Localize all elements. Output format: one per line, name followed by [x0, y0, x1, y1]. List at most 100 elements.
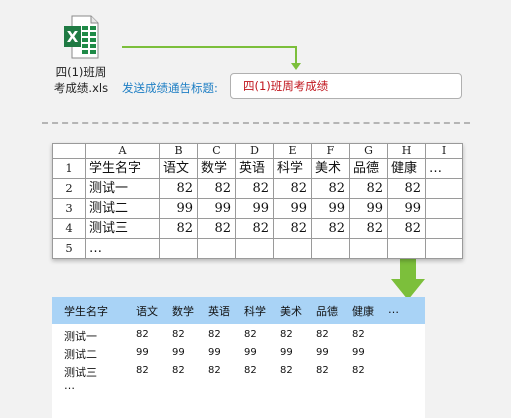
- sheet-cell[interactable]: 99: [273, 198, 312, 219]
- row-number[interactable]: 4: [52, 218, 86, 239]
- result-cell: 99: [136, 347, 149, 358]
- sheet-cell[interactable]: 英语: [235, 158, 274, 179]
- sheet-cell[interactable]: 82: [311, 218, 350, 239]
- result-header-cell: 语文: [136, 305, 158, 318]
- result-cell: 99: [244, 347, 257, 358]
- result-cell: 99: [316, 347, 329, 358]
- sheet-cell[interactable]: 品德: [349, 158, 388, 179]
- sheet-cell[interactable]: …: [85, 238, 160, 259]
- elbow-arrow-icon: [122, 46, 301, 70]
- result-cell: …: [64, 379, 75, 392]
- result-cell: 99: [280, 347, 293, 358]
- sheet-row: 1 学生名字 语文 数学 英语 科学 美术 品德 健康 …: [52, 158, 463, 179]
- down-arrow-icon: [391, 256, 425, 300]
- sheet-cell[interactable]: [425, 238, 463, 259]
- result-cell: 82: [136, 329, 149, 340]
- row-number[interactable]: 3: [52, 198, 86, 219]
- sheet-cell[interactable]: 82: [311, 178, 350, 199]
- row-number[interactable]: 1: [52, 158, 86, 179]
- sheet-cell[interactable]: [349, 238, 388, 259]
- send-title-label: 发送成绩通告标题:: [122, 81, 218, 95]
- result-cell: 82: [316, 365, 329, 376]
- result-cell: 82: [352, 365, 365, 376]
- sheet-cell[interactable]: 测试三: [85, 218, 160, 239]
- column-header[interactable]: A: [85, 143, 160, 159]
- sheet-cell[interactable]: 测试一: [85, 178, 160, 199]
- result-header-cell: 美术: [280, 305, 302, 318]
- sheet-cell[interactable]: [159, 238, 198, 259]
- sheet-cell[interactable]: 82: [349, 178, 388, 199]
- column-header[interactable]: G: [349, 143, 388, 159]
- sheet-cell[interactable]: 99: [387, 198, 426, 219]
- column-header[interactable]: F: [311, 143, 350, 159]
- sheet-cell[interactable]: 82: [349, 218, 388, 239]
- file-name[interactable]: 四(1)班周 考成绩.xls: [40, 64, 122, 96]
- sheet-cell[interactable]: 健康: [387, 158, 426, 179]
- sheet-cell[interactable]: [387, 238, 426, 259]
- sheet-cell[interactable]: 语文: [159, 158, 198, 179]
- column-header[interactable]: C: [197, 143, 236, 159]
- result-header-cell: 英语: [208, 305, 230, 318]
- svg-text:X: X: [67, 28, 79, 46]
- corner-cell[interactable]: [52, 143, 86, 159]
- spreadsheet: A B C D E F G H I 1 学生名字 语文 数学 英语 科学 美术 …: [52, 143, 463, 259]
- result-cell: 82: [352, 329, 365, 340]
- sheet-cell[interactable]: 82: [159, 218, 198, 239]
- result-cell: 82: [244, 329, 257, 340]
- result-cell: 82: [172, 329, 185, 340]
- result-header-cell: 品德: [316, 305, 338, 318]
- column-header[interactable]: H: [387, 143, 426, 159]
- sheet-row: 2 测试一 82 82 82 82 82 82 82: [52, 178, 463, 199]
- result-cell: 测试一: [64, 330, 97, 343]
- result-cell: 测试二: [64, 348, 97, 361]
- sheet-cell[interactable]: [197, 238, 236, 259]
- sheet-row: 4 测试三 82 82 82 82 82 82 82: [52, 218, 463, 239]
- sheet-cell[interactable]: 学生名字: [85, 158, 160, 179]
- file-name-line1: 四(1)班周: [55, 65, 107, 79]
- result-cell: 82: [244, 365, 257, 376]
- sheet-cell[interactable]: 99: [311, 198, 350, 219]
- sheet-cell[interactable]: [273, 238, 312, 259]
- result-cell: 99: [352, 347, 365, 358]
- file-name-line2: 考成绩.xls: [53, 81, 109, 95]
- result-header-cell: 学生名字: [64, 305, 108, 318]
- result-header-cell: …: [388, 303, 399, 316]
- sheet-cell[interactable]: 82: [235, 178, 274, 199]
- sheet-cell[interactable]: [425, 198, 463, 219]
- sheet-cell[interactable]: …: [425, 158, 463, 179]
- sheet-cell[interactable]: 82: [273, 218, 312, 239]
- sheet-cell[interactable]: [425, 178, 463, 199]
- column-header[interactable]: D: [235, 143, 274, 159]
- result-cell: 82: [136, 365, 149, 376]
- sheet-cell[interactable]: 82: [197, 218, 236, 239]
- excel-file-icon[interactable]: X: [63, 15, 99, 59]
- result-header-cell: 健康: [352, 305, 374, 318]
- sheet-cell[interactable]: 99: [159, 198, 198, 219]
- sheet-cell[interactable]: 82: [159, 178, 198, 199]
- row-number[interactable]: 5: [52, 238, 86, 259]
- sheet-cell[interactable]: 科学: [273, 158, 312, 179]
- row-number[interactable]: 2: [52, 178, 86, 199]
- sheet-cell[interactable]: 82: [387, 218, 426, 239]
- result-table: 学生名字 语文 数学 英语 科学 美术 品德 健康 … 测试一 82 82 82…: [52, 297, 425, 418]
- result-header: 学生名字 语文 数学 英语 科学 美术 品德 健康 …: [52, 297, 425, 324]
- column-header[interactable]: E: [273, 143, 312, 159]
- sheet-cell[interactable]: [235, 238, 274, 259]
- result-cell: 82: [280, 365, 293, 376]
- sheet-cell[interactable]: 美术: [311, 158, 350, 179]
- sheet-cell[interactable]: 82: [273, 178, 312, 199]
- sheet-cell[interactable]: [311, 238, 350, 259]
- sheet-cell[interactable]: 99: [197, 198, 236, 219]
- divider: [42, 122, 470, 124]
- sheet-cell[interactable]: 99: [235, 198, 274, 219]
- sheet-cell[interactable]: 82: [235, 218, 274, 239]
- notice-title-input[interactable]: [230, 73, 462, 99]
- sheet-cell[interactable]: 82: [387, 178, 426, 199]
- sheet-cell[interactable]: 测试二: [85, 198, 160, 219]
- sheet-cell[interactable]: [425, 218, 463, 239]
- column-header[interactable]: B: [159, 143, 198, 159]
- column-header[interactable]: I: [425, 143, 463, 159]
- sheet-cell[interactable]: 82: [197, 178, 236, 199]
- sheet-cell[interactable]: 数学: [197, 158, 236, 179]
- sheet-cell[interactable]: 99: [349, 198, 388, 219]
